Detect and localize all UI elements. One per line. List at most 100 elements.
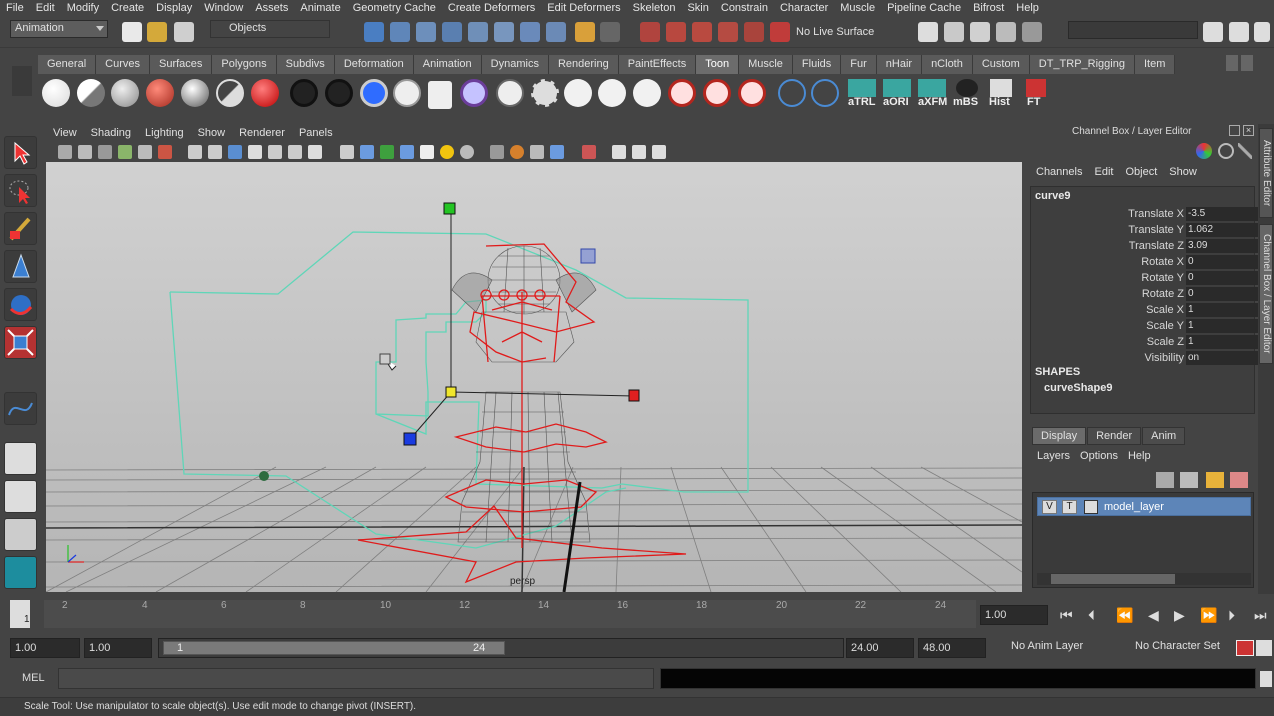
shape-name[interactable]: curveShape9 <box>1044 382 1112 394</box>
select-by-type-icon[interactable] <box>442 22 462 42</box>
channel-label[interactable]: Scale X <box>1146 304 1184 316</box>
layer-visibility-toggle[interactable]: V <box>1042 500 1057 514</box>
channel-menu-channels[interactable]: Channels <box>1030 166 1088 184</box>
magnet-icon[interactable] <box>770 22 790 42</box>
menu-assets[interactable]: Assets <box>249 2 294 14</box>
command-input[interactable] <box>58 668 654 689</box>
layer-name[interactable]: model_layer <box>1104 501 1164 513</box>
channel-row-scale-x[interactable]: Scale X1 <box>1031 302 1274 318</box>
layer-menu-options[interactable]: Options <box>1075 448 1123 466</box>
textured-icon[interactable] <box>400 145 414 159</box>
atrl-icon[interactable] <box>848 79 876 97</box>
wireframe-on-shaded-icon[interactable] <box>380 145 394 159</box>
end-time-field[interactable]: 48.00 <box>918 638 986 658</box>
step-back-key-icon[interactable]: ⏪ <box>1116 607 1133 624</box>
toon-fill-shaded-icon[interactable] <box>111 79 139 107</box>
playback-end-field[interactable]: 24.00 <box>846 638 914 658</box>
channel-menu-edit[interactable]: Edit <box>1088 166 1119 184</box>
menu-constrain[interactable]: Constrain <box>715 2 774 14</box>
create-empty-layer-icon[interactable] <box>1206 472 1224 488</box>
layer-scrollbar[interactable] <box>1037 573 1251 585</box>
move-layer-down-icon[interactable] <box>1180 472 1198 488</box>
command-language-label[interactable]: MEL <box>22 672 45 684</box>
create-line-modifier-icon[interactable] <box>496 79 524 107</box>
film-gate-icon[interactable] <box>208 145 222 159</box>
shelf-tab-painteffects[interactable]: PaintEffects <box>618 55 697 74</box>
select-by-curve-icon[interactable] <box>520 22 540 42</box>
snap-to-grid-icon[interactable] <box>640 22 660 42</box>
motion-blur-icon[interactable] <box>510 145 524 159</box>
menu-geometry-cache[interactable]: Geometry Cache <box>347 2 442 14</box>
menu-edit[interactable]: Edit <box>30 2 61 14</box>
speed-toggle-icon[interactable] <box>1218 143 1234 159</box>
viewport-menu-show[interactable]: Show <box>191 127 233 139</box>
menu-bifrost[interactable]: Bifrost <box>967 2 1010 14</box>
layer-tab-anim[interactable]: Anim <box>1142 427 1186 445</box>
channel-label[interactable]: Rotate Y <box>1141 272 1184 284</box>
smooth-shade-icon[interactable] <box>360 145 374 159</box>
lock-selection-icon[interactable] <box>575 22 595 42</box>
ambient-occlusion-icon[interactable] <box>490 145 504 159</box>
float-panel-icon[interactable] <box>1229 125 1240 136</box>
channel-label[interactable]: Translate Z <box>1129 240 1184 252</box>
play-forwards-icon[interactable]: ▶ <box>1174 607 1185 624</box>
shadows-icon[interactable] <box>460 145 474 159</box>
channel-row-rotate-x[interactable]: Rotate X0 <box>1031 254 1274 270</box>
channel-row-visibility[interactable]: Visibility on <box>1031 350 1274 366</box>
bookmarks-icon[interactable] <box>98 145 112 159</box>
hyper-toggle-icon[interactable] <box>1238 143 1252 159</box>
resolution-gate-icon[interactable] <box>228 145 242 159</box>
shelf-tab-fur[interactable]: Fur <box>841 55 877 74</box>
shelf-tab-animation[interactable]: Animation <box>413 55 482 74</box>
move-layer-up-icon[interactable] <box>1156 472 1174 488</box>
create-layer-from-selected-icon[interactable] <box>1230 472 1248 488</box>
hud-toggle-icon[interactable] <box>652 145 666 159</box>
aori-icon[interactable] <box>883 79 911 97</box>
time-ruler[interactable]: 1 2 4 6 8 10 12 14 16 18 20 22 24 <box>10 600 976 628</box>
field-chart-icon[interactable] <box>268 145 282 159</box>
perspective-viewport[interactable]: persp <box>46 162 1022 592</box>
menu-skeleton[interactable]: Skeleton <box>627 2 682 14</box>
tool-settings-toggle-icon[interactable] <box>1229 22 1249 42</box>
render-frame-icon[interactable] <box>944 22 964 42</box>
channel-row-translate-z[interactable]: Translate Z 3.09 <box>1031 238 1274 254</box>
layer-color-swatch[interactable] <box>1084 500 1098 514</box>
channel-label[interactable]: Rotate X <box>1141 256 1184 268</box>
step-forward-key-icon[interactable]: ⏩ <box>1200 607 1217 624</box>
current-frame-field[interactable]: 1.00 <box>980 605 1048 625</box>
animation-preferences-icon[interactable] <box>1256 640 1272 656</box>
component-mode-icon[interactable] <box>416 22 436 42</box>
name-field-input[interactable] <box>1068 21 1198 39</box>
joint-tool-icon[interactable] <box>778 79 806 107</box>
hypershade-icon[interactable] <box>1022 22 1042 42</box>
shelf-scroll-left-icon[interactable] <box>1226 55 1238 71</box>
remove-outline-icon[interactable] <box>393 79 421 107</box>
render-settings-icon[interactable] <box>996 22 1016 42</box>
select-by-handle-icon[interactable] <box>468 22 488 42</box>
shelf-tab-muscle[interactable]: Muscle <box>739 55 793 74</box>
close-panel-icon[interactable]: × <box>1243 125 1254 136</box>
channel-label[interactable]: Scale Z <box>1147 336 1184 348</box>
layer-menu-layers[interactable]: Layers <box>1032 448 1075 466</box>
shelf-tab-surfaces[interactable]: Surfaces <box>149 55 213 74</box>
layer-menu-help[interactable]: Help <box>1123 448 1156 466</box>
shelf-tab-toon[interactable]: Toon <box>696 55 740 74</box>
mbs-icon[interactable] <box>956 79 978 97</box>
menu-window[interactable]: Window <box>198 2 249 14</box>
menu-character[interactable]: Character <box>774 2 834 14</box>
anim-layer-dropdown[interactable]: No Anim Layer <box>1006 638 1124 656</box>
shelf-tab-custom[interactable]: Custom <box>972 55 1030 74</box>
channel-label[interactable]: Rotate Z <box>1142 288 1184 300</box>
channel-row-translate-y[interactable]: Translate Y 1.062 <box>1031 222 1274 238</box>
convert-toon-to-polygons-icon[interactable] <box>531 79 559 107</box>
toon-border-lines-icon[interactable] <box>738 79 766 107</box>
viewport-menu-lighting[interactable]: Lighting <box>138 127 191 139</box>
gate-mask-icon[interactable] <box>248 145 262 159</box>
four-view-layout-icon[interactable] <box>4 480 37 513</box>
paint-select-tool-icon[interactable] <box>4 212 37 245</box>
select-by-surface-icon[interactable] <box>546 22 566 42</box>
channel-row-translate-x[interactable]: Translate X -3.5 <box>1031 206 1274 222</box>
set-camera-background-icon[interactable] <box>460 79 488 107</box>
paint-line-width-icon[interactable] <box>598 79 626 107</box>
save-scene-icon[interactable] <box>174 22 194 42</box>
